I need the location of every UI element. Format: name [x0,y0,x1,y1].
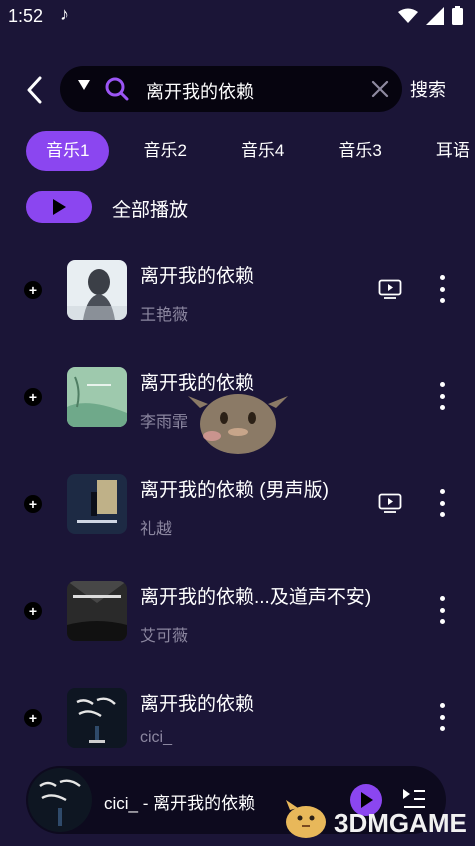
tab-music1[interactable]: 音乐1 [26,131,110,171]
song-row[interactable]: + 离开我的依赖 cici_ [0,663,475,769]
clear-icon[interactable] [370,79,390,99]
song-artist: 艾可薇 [140,628,189,645]
more-options-button[interactable] [432,703,452,731]
add-to-queue-button[interactable]: + [24,495,42,513]
now-playing-title: cici_ - 离开我的依赖 [104,794,256,813]
song-title: 离开我的依赖...及道声不安) [140,587,372,608]
back-button[interactable] [20,72,48,108]
play-all-button[interactable] [26,191,92,223]
signal-icon [426,6,444,25]
search-input[interactable]: 离开我的依赖 [146,78,254,104]
play-all-label: 全部播放 [112,200,189,221]
tab-music4[interactable]: 音乐4 [221,131,304,171]
song-artist: cici_ [140,729,173,746]
album-cover [67,474,127,534]
mascot-sticker [188,394,288,454]
song-row[interactable]: + 离开我的依赖...及道声不安) 艾可薇 [0,556,475,662]
more-options-button[interactable] [432,489,452,517]
song-artist: 礼越 [140,521,173,538]
tab-music3[interactable]: 音乐3 [318,131,401,171]
tab-music2[interactable]: 音乐2 [123,131,206,171]
song-title: 离开我的依赖 [140,694,255,715]
song-row[interactable]: + 离开我的依赖 (男声版) 礼越 [0,449,475,555]
add-to-queue-button[interactable]: + [24,602,42,620]
wifi-icon [398,8,418,23]
more-options-button[interactable] [432,596,452,624]
search-button[interactable]: 搜索 [410,76,446,102]
add-to-queue-button[interactable]: + [24,388,42,406]
search-box[interactable]: 离开我的依赖 [60,66,402,112]
music-note-icon: ♪ [60,4,69,24]
more-options-button[interactable] [432,275,452,303]
add-to-queue-button[interactable]: + [24,709,42,727]
song-row[interactable]: + 离开我的依赖 王艳薇 [0,235,475,341]
mv-video-icon[interactable] [378,493,402,513]
song-title: 离开我的依赖 (男声版) [140,480,329,501]
dropdown-triangle-icon[interactable] [78,80,90,90]
add-to-queue-button[interactable]: + [24,281,42,299]
tab-whisper[interactable]: 耳语 [416,131,475,171]
album-cover [67,581,127,641]
chevron-left-icon [27,76,42,104]
album-cover [67,260,127,320]
song-artist: 王艳薇 [140,307,189,324]
status-time: 1:52 [8,6,44,26]
watermark-text: 3DMGAME [334,808,467,838]
status-icons [398,6,463,25]
search-icon [105,77,129,101]
search-header: 离开我的依赖 搜索 [0,64,475,116]
album-cover [67,688,127,748]
battery-icon [452,6,463,25]
more-options-button[interactable] [432,382,452,410]
album-cover [67,367,127,427]
status-bar: 1:52 ♪ [0,0,475,34]
song-artist: 李雨霏 [140,414,189,431]
source-tabs: 音乐1 音乐2 音乐4 音乐3 耳语 [26,131,475,171]
watermark-bird-icon [286,800,326,838]
now-playing-cover[interactable] [28,768,92,832]
play-icon [53,199,66,215]
song-title: 离开我的依赖 [140,266,255,287]
watermark-logo: 3DMGAME [282,796,472,842]
mv-video-icon[interactable] [378,279,402,299]
